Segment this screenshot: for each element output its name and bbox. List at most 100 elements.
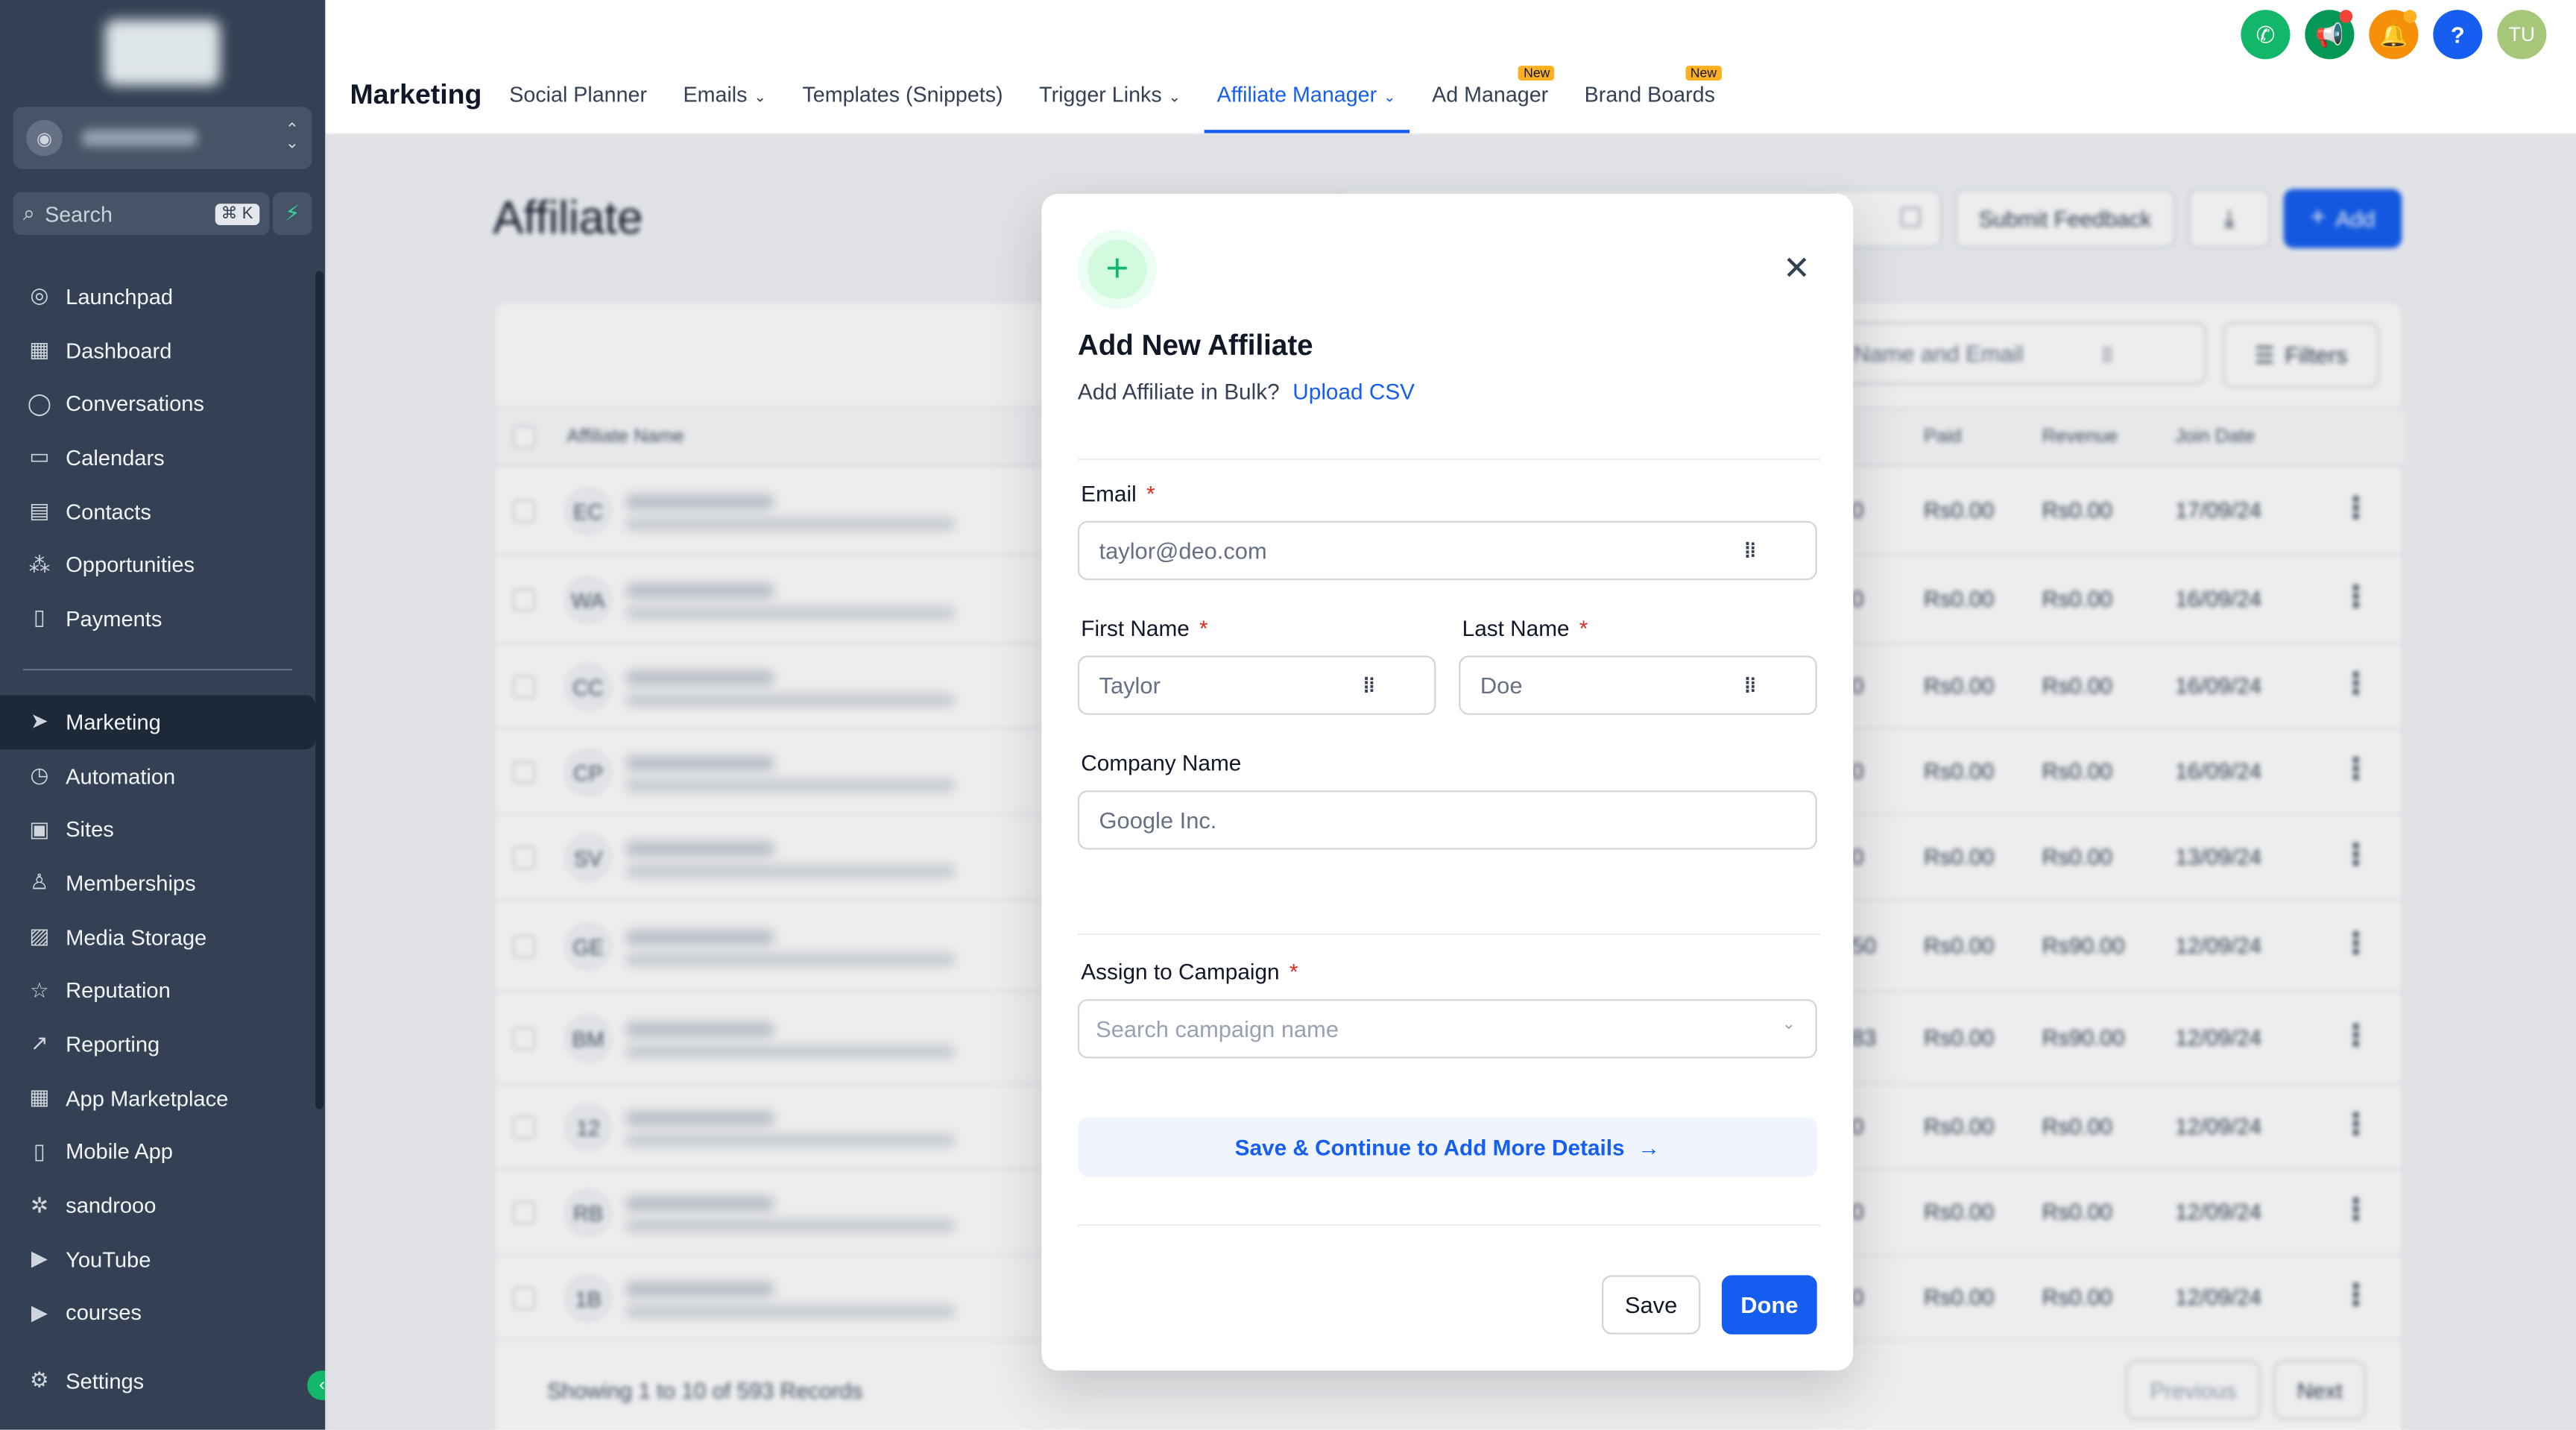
sidebar-item-conversations[interactable]: ◯ Conversations [0, 377, 325, 431]
voice-input-icon[interactable]: ⦙⁞ [1745, 539, 1756, 564]
email-placeholder: taylor@deo.com [1099, 537, 1267, 564]
sidebar-item-media-storage[interactable]: ▨ Media Storage [0, 910, 325, 964]
sidebar-item-label: Conversations [66, 391, 204, 417]
contacts-icon: ▤ [29, 498, 50, 523]
modal-title: Add New Affiliate [1077, 328, 1313, 362]
marketplace-icon: ▦ [29, 1085, 50, 1110]
first-name-label: First Name * [1081, 616, 1208, 641]
sidebar: ◉ ⌃ ⌄ ⌕ Search ⌘ K ⚡ ◎ Launchpad ▦ Dashboard… [0, 0, 337, 1430]
bulk-upload-row: Add Affiliate in Bulk? Upload CSV [1078, 379, 1415, 404]
quick-action-bolt-icon[interactable]: ⚡ [272, 192, 312, 236]
custom-icon: ✲ [30, 1192, 48, 1218]
new-badge: New [1685, 66, 1722, 81]
voice-input-icon[interactable]: ⦙⁞ [1745, 674, 1756, 699]
modal-header-icon: + [1077, 230, 1157, 309]
chat-icon: ◯ [27, 390, 51, 416]
sidebar-search[interactable]: ⌕ Search ⌘ K [13, 192, 270, 236]
sidebar-item-app-marketplace[interactable]: ▦ App Marketplace [0, 1071, 325, 1125]
last-name-field[interactable]: Doe ⦙⁞ [1459, 655, 1817, 715]
bell-icon[interactable]: 🔔 [2369, 10, 2419, 60]
sidebar-search-placeholder: Search [45, 201, 113, 227]
sidebar-item-reporting[interactable]: ↗ Reporting [0, 1018, 325, 1071]
search-shortcut: ⌘ K [214, 203, 260, 224]
plus-icon: + [1087, 239, 1147, 300]
tab-trigger-links[interactable]: Trigger Links ⌄ [1039, 72, 1181, 133]
tab-label: Affiliate Manager [1216, 82, 1377, 107]
voice-input-icon[interactable]: ⦙⁞ [1364, 674, 1375, 699]
sidebar-item-label: Automation [66, 763, 176, 788]
sidebar-item-label: sandrooo [66, 1193, 157, 1218]
sites-icon: ▣ [29, 816, 50, 841]
sidebar-item-mobile-app[interactable]: ▯ Mobile App [0, 1125, 325, 1179]
sidebar-nav-secondary: ➤ Marketing ◷ Automation ▣ Sites ♙ Memberships ▨… [0, 695, 325, 1340]
sidebar-item-memberships[interactable]: ♙ Memberships [0, 856, 325, 910]
tab-brand-boards[interactable]: Brand Boards New [1585, 66, 1722, 133]
campaign-select[interactable]: Search campaign name ⌄ [1077, 999, 1817, 1059]
sidebar-item-dashboard[interactable]: ▦ Dashboard [0, 324, 325, 377]
company-name-field[interactable]: Google Inc. [1077, 790, 1817, 850]
switcher-chevron-icon: ⌃ ⌄ [285, 122, 300, 153]
sidebar-item-label: App Marketplace [66, 1086, 229, 1111]
sidebar-item-label: Mobile App [66, 1139, 173, 1165]
email-field[interactable]: taylor@deo.com ⦙⁞ [1077, 520, 1817, 581]
automation-icon: ◷ [30, 762, 49, 787]
launchpad-icon: ◎ [30, 283, 49, 308]
sidebar-scrollbar[interactable] [315, 271, 324, 1109]
sidebar-item-label: Reputation [66, 978, 171, 1004]
chevron-down-icon: ⌄ [754, 89, 766, 106]
first-name-field[interactable]: Taylor ⦙⁞ [1077, 655, 1436, 715]
sidebar-divider [22, 669, 293, 671]
last-name-label: Last Name * [1462, 616, 1588, 641]
phone-icon[interactable]: ✆ [2241, 10, 2291, 60]
sidebar-item-label: Opportunities [66, 552, 195, 578]
sidebar-item-contacts[interactable]: ▤ Contacts [0, 485, 325, 538]
sidebar-item-payments[interactable]: ▯ Payments [0, 592, 325, 646]
sidebar-item-sites[interactable]: ▣ Sites [0, 802, 325, 856]
done-button[interactable]: Done [1721, 1275, 1817, 1335]
sidebar-item-reputation[interactable]: ☆ Reputation [0, 964, 325, 1018]
sidebar-item-courses[interactable]: ▶ courses [0, 1286, 325, 1340]
sidebar-nav-primary: ◎ Launchpad ▦ Dashboard ◯ Conversations ▭ Calen… [0, 269, 325, 645]
gear-icon: ⚙ [30, 1367, 49, 1393]
close-icon[interactable]: ✕ [1783, 248, 1811, 289]
sidebar-item-settings[interactable]: ⚙ Settings [0, 1354, 325, 1408]
add-affiliate-modal: + ✕ Add New Affiliate Add Affiliate in B… [1041, 194, 1854, 1371]
tab-affiliate-manager[interactable]: Affiliate Manager ⌄ [1203, 72, 1409, 133]
sidebar-item-label: Media Storage [66, 925, 207, 950]
upload-csv-link[interactable]: Upload CSV [1292, 379, 1415, 404]
save-button[interactable]: Save [1601, 1275, 1701, 1335]
agency-logo[interactable] [105, 19, 221, 86]
email-label: Email * [1081, 481, 1155, 506]
account-name-blurred [82, 130, 198, 147]
sidebar-item-label: Payments [66, 606, 162, 631]
tab-emails[interactable]: Emails ⌄ [684, 72, 766, 133]
dashboard-icon: ▦ [29, 336, 50, 362]
star-icon: ☆ [30, 977, 49, 1003]
account-switcher[interactable]: ◉ ⌃ ⌄ [13, 107, 312, 170]
arrow-right-icon: → [1638, 1134, 1661, 1159]
sidebar-item-calendars[interactable]: ▭ Calendars [0, 431, 325, 485]
user-avatar[interactable]: TU [2497, 10, 2547, 60]
mobile-icon: ▯ [34, 1138, 45, 1164]
megaphone-icon[interactable]: 📢 [2305, 10, 2355, 60]
help-icon[interactable]: ? [2433, 10, 2483, 60]
tab-ad-manager[interactable]: Ad Manager New [1432, 66, 1556, 133]
sidebar-item-youtube[interactable]: ▶ YouTube [0, 1232, 325, 1286]
save-continue-button[interactable]: Save & Continue to Add More Details → [1077, 1117, 1817, 1177]
sidebar-item-launchpad[interactable]: ◎ Launchpad [0, 269, 325, 323]
tab-label: Social Planner [509, 82, 648, 107]
sidebar-item-sandrooo[interactable]: ✲ sandrooo [0, 1179, 325, 1232]
sidebar-item-marketing[interactable]: ➤ Marketing [0, 695, 316, 749]
last-name-placeholder: Doe [1480, 672, 1523, 699]
tab-templates-snippets[interactable]: Templates (Snippets) [802, 72, 1003, 133]
chevron-down-icon: ⌄ [1781, 1015, 1796, 1034]
tab-social-planner[interactable]: Social Planner [509, 72, 647, 133]
sidebar-item-automation[interactable]: ◷ Automation [0, 749, 325, 802]
sidebar-item-opportunities[interactable]: ⁂ Opportunities [0, 538, 325, 592]
opportunities-icon: ⁂ [28, 552, 51, 577]
marketing-tabs: Social Planner Emails ⌄ Templates (Snippets… [509, 66, 1751, 133]
send-icon: ➤ [30, 708, 48, 734]
top-bar: Marketing Social Planner Emails ⌄ Templates… [325, 0, 2576, 135]
location-icon: ◉ [26, 119, 63, 157]
bulk-upload-text: Add Affiliate in Bulk? [1077, 379, 1280, 405]
